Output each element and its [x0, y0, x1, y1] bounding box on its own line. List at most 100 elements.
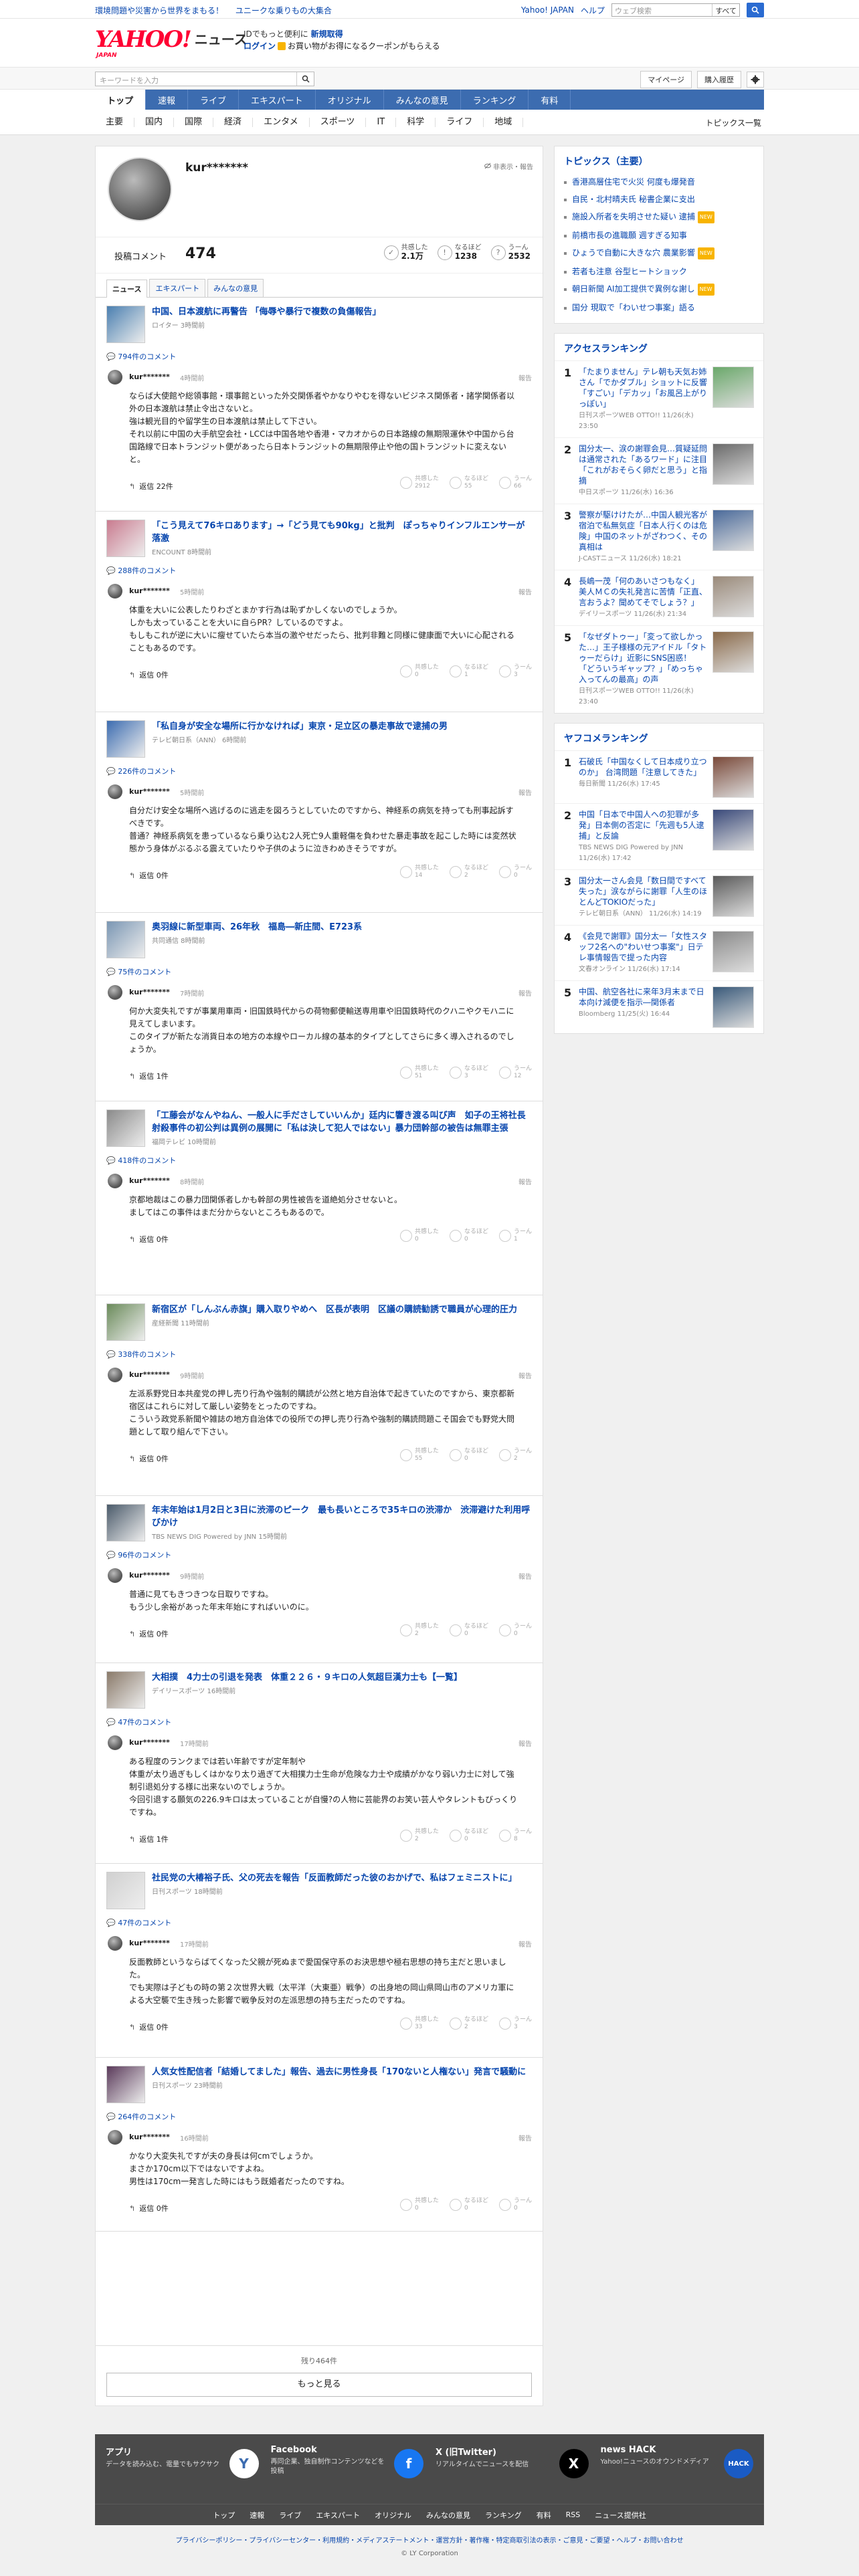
login-link[interactable]: ログイン [244, 41, 276, 51]
help-link[interactable]: ヘルプ [581, 5, 605, 16]
nav-tab-4[interactable]: オリジナル [316, 90, 384, 110]
category-tab-3[interactable]: 経済 [213, 118, 254, 127]
footer-app-3[interactable]: news HACK Yahoo!ニュースのオウンドメディア HACK [601, 2445, 753, 2493]
footer-nav-link[interactable]: ニュース提供社 [595, 2510, 646, 2520]
article-link[interactable]: 大相撲 4力士の引退を発表 体重２２６・９キロの人気超巨漢力士も【一覧】 デイリー… [106, 1671, 532, 1709]
x-icon[interactable]: X [559, 2449, 589, 2478]
article-thumbnail[interactable] [106, 1504, 145, 1541]
reaction-insight-button[interactable]: なるほど 0 [449, 1448, 488, 1463]
ranking-thumbnail[interactable] [712, 510, 754, 551]
article-title[interactable]: 大相撲 4力士の引退を発表 体重２２６・９キロの人気超巨漢力士も【一覧】 [152, 1671, 462, 1684]
report-link[interactable]: 報告 [518, 787, 532, 797]
reaction-hmm-button[interactable]: うーん 2 [498, 1448, 532, 1463]
reaction-hmm-button[interactable]: うーん 0 [498, 2197, 532, 2212]
reply-button[interactable]: ↰ 返信 0件 [129, 870, 169, 881]
reaction-empathy-button[interactable]: 共感した 55 [399, 1448, 439, 1463]
reaction-empathy-button[interactable]: 共感した 51 [399, 1065, 439, 1080]
ranking-title[interactable]: 警察が駆けけたが…中国人観光客が宿泊で私無気症「日本人行くのは危険」中国のネット… [579, 510, 707, 564]
search-scope-select[interactable]: すべて [712, 4, 739, 16]
reaction-insight-button[interactable]: なるほど 55 [449, 475, 488, 490]
reaction-empathy-button[interactable]: 共感した 2 [399, 1828, 439, 1843]
nav-tab-3[interactable]: エキスパート [239, 90, 316, 110]
reaction-insight-button[interactable]: なるほど 1 [449, 664, 488, 679]
reply-button[interactable]: ↰ 返信 0件 [129, 1628, 169, 1639]
article-title[interactable]: 「工藤会がなんやねん、一般人に手ださしていいんか」廷内に響き渡る叫び声 如子の王… [152, 1109, 532, 1135]
reaction-empathy-button[interactable]: 共感した 0 [399, 2197, 439, 2212]
article-thumbnail[interactable] [106, 1303, 145, 1341]
article-title[interactable]: 年末年始は1月2日と3日に渋滞のピーク 最も長いところで35キロの渋滞か 渋滞避… [152, 1504, 532, 1529]
footer-nav-link[interactable]: RSS [566, 2510, 581, 2519]
footer-nav-link[interactable]: エキスパート [316, 2510, 360, 2520]
comment-count-link[interactable]: 💬 794件のコメント [106, 351, 532, 362]
category-tab-7[interactable]: 科学 [396, 118, 436, 127]
facebook-icon[interactable]: f [394, 2449, 423, 2478]
footer-nav-link[interactable]: ライブ [279, 2510, 301, 2520]
ranking-thumbnail[interactable] [712, 366, 754, 408]
reaction-insight-button[interactable]: なるほど 2 [449, 865, 488, 879]
ranking-item[interactable]: 1 石破氏「中国なくして日本成り立つのか」 台湾問題「注意してきた」 毎日新聞 11… [555, 750, 763, 803]
reaction-insight-button[interactable]: なるほど 3 [449, 1065, 488, 1080]
ranking-thumbnail[interactable] [712, 809, 754, 851]
topic-item[interactable]: 香港高層住宅で火災 何度も爆発音 [555, 173, 763, 191]
yahoo-news-logo[interactable]: YAHOO! ニュース JAPAN [95, 28, 248, 59]
ranking-item[interactable]: 3 国分太一さん会見「数日間ですべて失った」涙ながらに謝罪「人生のほとんどTOKI… [555, 869, 763, 925]
reaction-hmm-button[interactable]: うーん 1 [498, 1228, 532, 1243]
footer-app-0[interactable]: アプリ データを読み込む、電量でもサクサク Y [106, 2445, 259, 2493]
footer-legal-links[interactable]: プライバシーポリシー・プライバシーセンター・利用規約・メディアステートメント・運… [95, 2535, 764, 2545]
comment-count-link[interactable]: 💬 75件のコメント [106, 966, 532, 977]
article-title[interactable]: 奥羽線に新型車両、26年秋 福島―新庄間、E723系 [152, 921, 362, 934]
reaction-hmm-button[interactable]: うーん 8 [498, 1828, 532, 1843]
footer-app-1[interactable]: Facebook 再同企業、独自制作コンテンツなどを投稿 f [271, 2445, 423, 2493]
nav-tab-6[interactable]: ランキング [461, 90, 529, 110]
reaction-hmm-button[interactable]: うーん 66 [498, 475, 532, 490]
topics-heading[interactable]: トピックス（主要） [555, 146, 763, 173]
report-link[interactable]: 報告 [518, 2133, 532, 2143]
article-title[interactable]: 中国、日本渡航に再警告 「侮辱や暴行で複数の負傷報告」 [152, 306, 381, 318]
web-search-input[interactable]: ウェブ検索 [612, 4, 712, 16]
comment-count-link[interactable]: 💬 338件のコメント [106, 1349, 532, 1360]
article-thumbnail[interactable] [106, 921, 145, 958]
ranking-title[interactable]: 石破氏「中国なくして日本成り立つのか」 台湾問題「注意してきた」 毎日新聞 11/… [579, 756, 707, 798]
report-link[interactable]: 報告 [518, 1370, 532, 1380]
purchase-history-button[interactable]: 購入履歴 [697, 71, 741, 88]
category-tab-8[interactable]: ライフ [436, 118, 484, 127]
category-tab-2[interactable]: 国際 [174, 118, 214, 127]
ranking-thumbnail[interactable] [712, 631, 754, 673]
category-tab-1[interactable]: 国内 [134, 118, 175, 127]
tab-opinions[interactable]: みんなの意見 [207, 279, 264, 297]
topic-item[interactable]: ひょうで自動に大きな穴 農業影響 NEW [555, 244, 763, 263]
reply-button[interactable]: ↰ 返信 0件 [129, 2022, 169, 2032]
settings-button[interactable] [747, 72, 764, 88]
ranking-title[interactable]: 中国、航空各社に来年3月末まで日本向け減便を指示―関係者 Bloomberg 11… [579, 986, 707, 1028]
topic-item[interactable]: 朝日新聞 AI加工提供で異例な謝し NEW [555, 280, 763, 299]
ranking-item[interactable]: 4 《会見で謝罪》国分太一「女性スタッフ2名への"わいせつ事案"」日テレ事情報告で… [555, 925, 763, 980]
ranking-item[interactable]: 2 国分太一、涙の謝罪会見…質疑延問は通常された「あるワード」に注目「これがおそら… [555, 437, 763, 504]
promo-link-vehicles[interactable]: ユニークな乗りもの大集合 [235, 6, 332, 15]
topic-item[interactable]: 施設入所者を失明させた疑い 逮捕 NEW [555, 208, 763, 227]
reply-button[interactable]: ↰ 返信 1件 [129, 1071, 169, 1081]
category-tab-5[interactable]: スポーツ [310, 118, 367, 127]
report-link[interactable]: 報告 [518, 586, 532, 597]
footer-app-2[interactable]: X (旧Twitter) リアルタイムでニュースを配信 X [436, 2445, 589, 2493]
article-link[interactable]: 社民党の大椿裕子氏、父の死去を報告「反面教師だった彼のおかげで、私はフェミニスト… [106, 1872, 532, 1909]
nav-tab-0[interactable]: トップ [95, 90, 147, 110]
ranking-title[interactable]: 長嶋一茂「何のあいさつもなく」 美人ＭＣの失礼発言に苦情「正直、言おうよ？聞めて… [579, 576, 707, 620]
reply-button[interactable]: ↰ 返信 0件 [129, 1234, 169, 1245]
news-hack-icon[interactable]: HACK [724, 2449, 753, 2478]
reaction-insight-button[interactable]: なるほど 0 [449, 1623, 488, 1638]
article-link[interactable]: 年末年始は1月2日と3日に渋滞のピーク 最も長いところで35キロの渋滞か 渋滞避… [106, 1504, 532, 1541]
reply-button[interactable]: ↰ 返信 0件 [129, 2203, 169, 2214]
signup-link[interactable]: 新規取得 [311, 29, 343, 39]
reaction-empathy-button[interactable]: 共感した 2912 [399, 475, 439, 490]
hide-report-link[interactable]: 非表示・報告 [484, 161, 533, 171]
comment-count-link[interactable]: 💬 226件のコメント [106, 766, 532, 776]
article-link[interactable]: 中国、日本渡航に再警告 「侮辱や暴行で複数の負傷報告」 ロイター 3時間前 [106, 306, 532, 343]
topics-list-link[interactable]: トピックス一覧 [705, 117, 761, 128]
article-link[interactable]: 新宿区が「しんぶん赤旗」購入取りやめへ 区長が表明 区議の購読勧誘で職員が心理的… [106, 1303, 532, 1341]
footer-nav-link[interactable]: 有料 [537, 2510, 551, 2520]
nav-tab-2[interactable]: ライブ [188, 90, 240, 110]
reaction-hmm-button[interactable]: うーん 3 [498, 2016, 532, 2031]
article-title[interactable]: 「こう見えて76キロあります」→「どう見ても90kg」と批判 ぽっちゃりインフル… [152, 520, 532, 545]
article-thumbnail[interactable] [106, 520, 145, 557]
article-link[interactable]: 「こう見えて76キロあります」→「どう見ても90kg」と批判 ぽっちゃりインフル… [106, 520, 532, 557]
